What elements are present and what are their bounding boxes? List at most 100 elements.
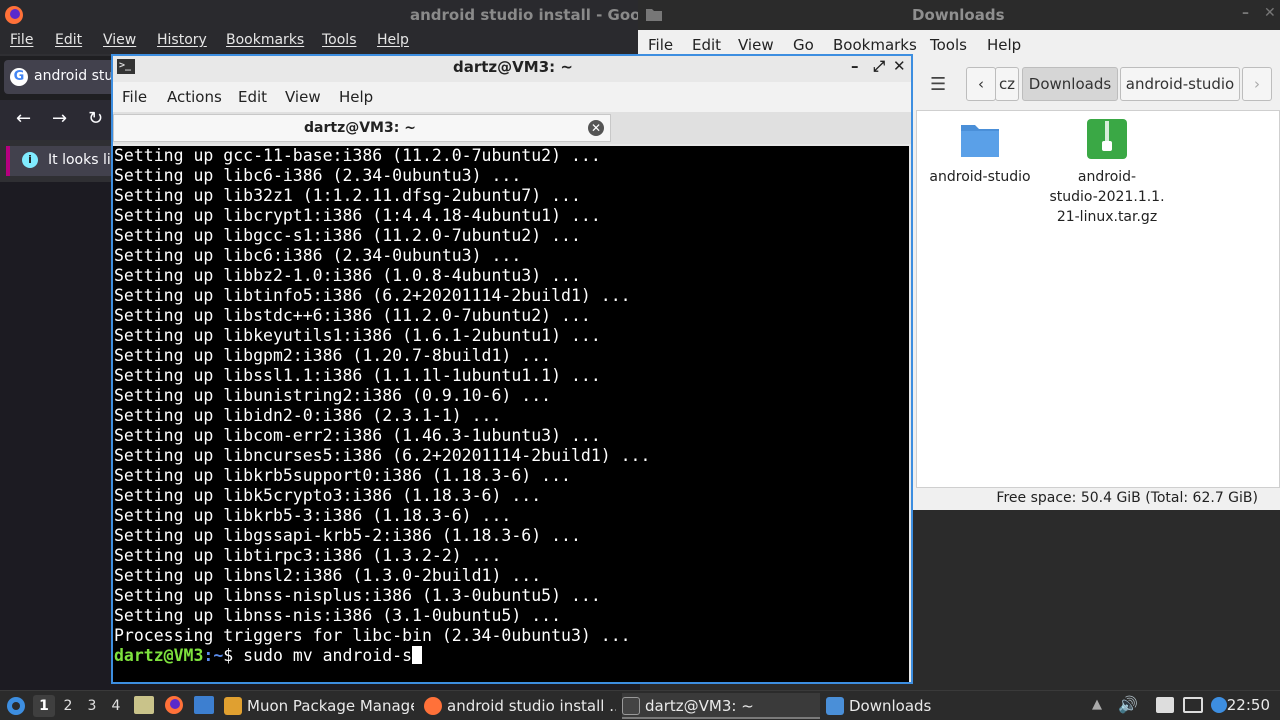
path-segment-home[interactable]: cz bbox=[995, 67, 1019, 101]
workspace-1[interactable]: 1 bbox=[33, 695, 55, 717]
term-menu-help[interactable]: Help bbox=[339, 88, 373, 106]
clock[interactable]: 22:50 bbox=[1227, 696, 1270, 714]
task-firefox[interactable]: android studio install ... bbox=[424, 693, 616, 719]
terminal-screen[interactable]: Setting up gcc-11-base:i386 (11.2.0-7ubu… bbox=[113, 146, 909, 682]
term-menu-actions[interactable]: Actions bbox=[167, 88, 222, 106]
terminal-icon: >_ bbox=[117, 59, 135, 74]
path-segment-android-studio[interactable]: android-studio bbox=[1120, 67, 1240, 101]
terminal-line: Setting up libk5crypto3:i386 (1.18.3-6) … bbox=[114, 486, 542, 505]
terminal-line: Setting up libidn2-0:i386 (2.3.1-1) ... bbox=[114, 406, 502, 425]
path-segment-downloads[interactable]: Downloads bbox=[1022, 67, 1118, 101]
terminal-line: Setting up libtinfo5:i386 (6.2+20201114-… bbox=[114, 286, 631, 305]
archive-icon bbox=[1087, 119, 1127, 159]
minimize-icon[interactable]: – bbox=[851, 57, 859, 75]
tray-up-icon[interactable]: ▲ bbox=[1092, 697, 1102, 712]
file-manager-statusbar: Free space: 50.4 GiB (Total: 62.7 GiB) bbox=[916, 488, 1280, 510]
file-item-archive[interactable]: android- studio-2021.1.1. 21-linux.tar.g… bbox=[1045, 117, 1169, 227]
desktop-launcher-icon[interactable] bbox=[194, 696, 214, 714]
term-menu-edit[interactable]: Edit bbox=[238, 88, 267, 106]
fm-menu-edit[interactable]: Edit bbox=[692, 36, 721, 54]
forward-icon[interactable]: → bbox=[52, 108, 67, 129]
command-input[interactable]: sudo mv android-s bbox=[243, 646, 412, 665]
maximize-icon[interactable]: ⤢ bbox=[873, 57, 885, 75]
path-scroll-left-button[interactable]: ‹ bbox=[966, 67, 996, 101]
terminal-tab-label: dartz@VM3: ~ bbox=[304, 120, 416, 136]
task-label: Muon Package Manager bbox=[247, 697, 414, 715]
terminal-line: Setting up libgpm2:i386 (1.20.7-8build1)… bbox=[114, 346, 552, 365]
prompt-user: dartz@VM3 bbox=[114, 646, 204, 665]
clipboard-icon[interactable] bbox=[1156, 697, 1174, 713]
update-notifier-icon[interactable] bbox=[1211, 697, 1227, 713]
terminal-line: Setting up libkrb5-3:i386 (1.18.3-6) ... bbox=[114, 506, 512, 525]
fm-menu-bookmarks[interactable]: Bookmarks bbox=[833, 36, 917, 54]
file-item-folder[interactable]: android-studio bbox=[925, 117, 1035, 187]
path-scroll-right-button[interactable]: › bbox=[1242, 67, 1272, 101]
folder-icon bbox=[646, 9, 662, 21]
start-menu-icon[interactable] bbox=[6, 696, 26, 716]
terminal-line: Setting up libgcc-s1:i386 (11.2.0-7ubunt… bbox=[114, 226, 581, 245]
terminal-line: Setting up libnsl2:i386 (1.3.0-2build1) … bbox=[114, 566, 542, 585]
ff-menu-file[interactable]: File bbox=[10, 32, 33, 48]
fm-menu-go[interactable]: Go bbox=[793, 36, 814, 54]
file-manager-launcher-icon[interactable] bbox=[134, 696, 154, 714]
network-icon[interactable] bbox=[1183, 697, 1203, 713]
file-item-label-line3: 21-linux.tar.gz bbox=[1056, 209, 1158, 225]
file-manager-content: android-studio android- studio-2021.1.1.… bbox=[916, 110, 1280, 488]
fm-menu-view[interactable]: View bbox=[738, 36, 774, 54]
terminal-line: Setting up lib32z1 (1:1.2.11.dfsg-2ubunt… bbox=[114, 186, 581, 205]
volume-icon[interactable]: 🔊 bbox=[1118, 695, 1138, 714]
task-muon[interactable]: Muon Package Manager bbox=[224, 693, 414, 719]
task-terminal[interactable]: dartz@VM3: ~ bbox=[622, 693, 820, 719]
file-item-label-line2: studio-2021.1.1. bbox=[1049, 189, 1165, 205]
terminal-line: Setting up libnss-nisplus:i386 (1.3-0ubu… bbox=[114, 586, 601, 605]
term-menu-file[interactable]: File bbox=[122, 88, 147, 106]
fm-menu-help[interactable]: Help bbox=[987, 36, 1021, 54]
workspace-3[interactable]: 3 bbox=[81, 695, 103, 717]
terminal-line: Setting up libc6:i386 (2.34-0ubuntu3) ..… bbox=[114, 246, 522, 265]
fm-menu-tools[interactable]: Tools bbox=[930, 36, 967, 54]
ff-menu-edit[interactable]: Edit bbox=[55, 32, 82, 48]
firefox-titlebar[interactable]: android studio install - Goo bbox=[0, 0, 640, 30]
back-icon[interactable]: ← bbox=[16, 108, 31, 129]
firefox-icon bbox=[5, 6, 23, 24]
terminal-line: Setting up libnss-nis:i386 (3.1-0ubuntu5… bbox=[114, 606, 562, 625]
close-icon[interactable]: ✕ bbox=[893, 57, 906, 75]
ff-menu-help[interactable]: Help bbox=[377, 32, 409, 48]
terminal-line: Setting up libunistring2:i386 (0.9.10-6)… bbox=[114, 386, 552, 405]
close-tab-icon[interactable]: ✕ bbox=[588, 120, 604, 136]
firefox-window-title: android studio install - Goo bbox=[410, 6, 641, 24]
list-view-icon[interactable]: ☰ bbox=[930, 74, 946, 95]
task-downloads[interactable]: Downloads bbox=[826, 693, 936, 719]
file-manager-titlebar[interactable]: Downloads – ✕ bbox=[638, 0, 1280, 30]
terminal-output: Setting up gcc-11-base:i386 (11.2.0-7ubu… bbox=[114, 146, 650, 666]
reload-icon[interactable]: ↻ bbox=[88, 108, 103, 129]
workspace-4[interactable]: 4 bbox=[105, 695, 127, 717]
info-icon: i bbox=[22, 152, 38, 168]
prompt-symbol: $ bbox=[223, 646, 244, 665]
fm-menu-file[interactable]: File bbox=[648, 36, 673, 54]
firefox-launcher-icon[interactable] bbox=[164, 695, 184, 715]
task-label: dartz@VM3: ~ bbox=[645, 697, 754, 715]
taskbar: 1 2 3 4 Muon Package Manager android stu… bbox=[0, 690, 1280, 720]
prompt-path: :~ bbox=[203, 646, 224, 665]
minimize-icon[interactable]: – bbox=[1242, 5, 1249, 21]
task-label: Downloads bbox=[849, 697, 932, 715]
free-space-text: Free space: 50.4 GiB (Total: 62.7 GiB) bbox=[996, 490, 1258, 506]
terminal-tab[interactable]: dartz@VM3: ~ ✕ bbox=[113, 114, 611, 142]
term-menu-view[interactable]: View bbox=[285, 88, 321, 106]
close-icon[interactable]: ✕ bbox=[1264, 5, 1276, 21]
folder-icon bbox=[826, 697, 844, 715]
terminal-line: Setting up libstdc++6:i386 (11.2.0-7ubun… bbox=[114, 306, 591, 325]
terminal-line: Setting up libssl1.1:i386 (1.1.1l-1ubunt… bbox=[114, 366, 601, 385]
firefox-tab[interactable]: G android stud bbox=[4, 60, 124, 94]
terminal-line: Processing triggers for libc-bin (2.34-0… bbox=[114, 626, 631, 645]
terminal-prompt-line: dartz@VM3:~$ sudo mv android-s bbox=[114, 646, 650, 666]
ff-menu-bookmarks[interactable]: Bookmarks bbox=[226, 32, 304, 48]
ff-menu-view[interactable]: View bbox=[103, 32, 136, 48]
terminal-titlebar[interactable]: >_ dartz@VM3: ~ – ⤢ ✕ bbox=[113, 56, 911, 80]
ff-menu-history[interactable]: History bbox=[157, 32, 207, 48]
ff-menu-tools[interactable]: Tools bbox=[322, 32, 357, 48]
terminal-line: Setting up gcc-11-base:i386 (11.2.0-7ubu… bbox=[114, 146, 601, 165]
workspace-2[interactable]: 2 bbox=[57, 695, 79, 717]
file-item-label-line1: android- bbox=[1077, 169, 1137, 185]
